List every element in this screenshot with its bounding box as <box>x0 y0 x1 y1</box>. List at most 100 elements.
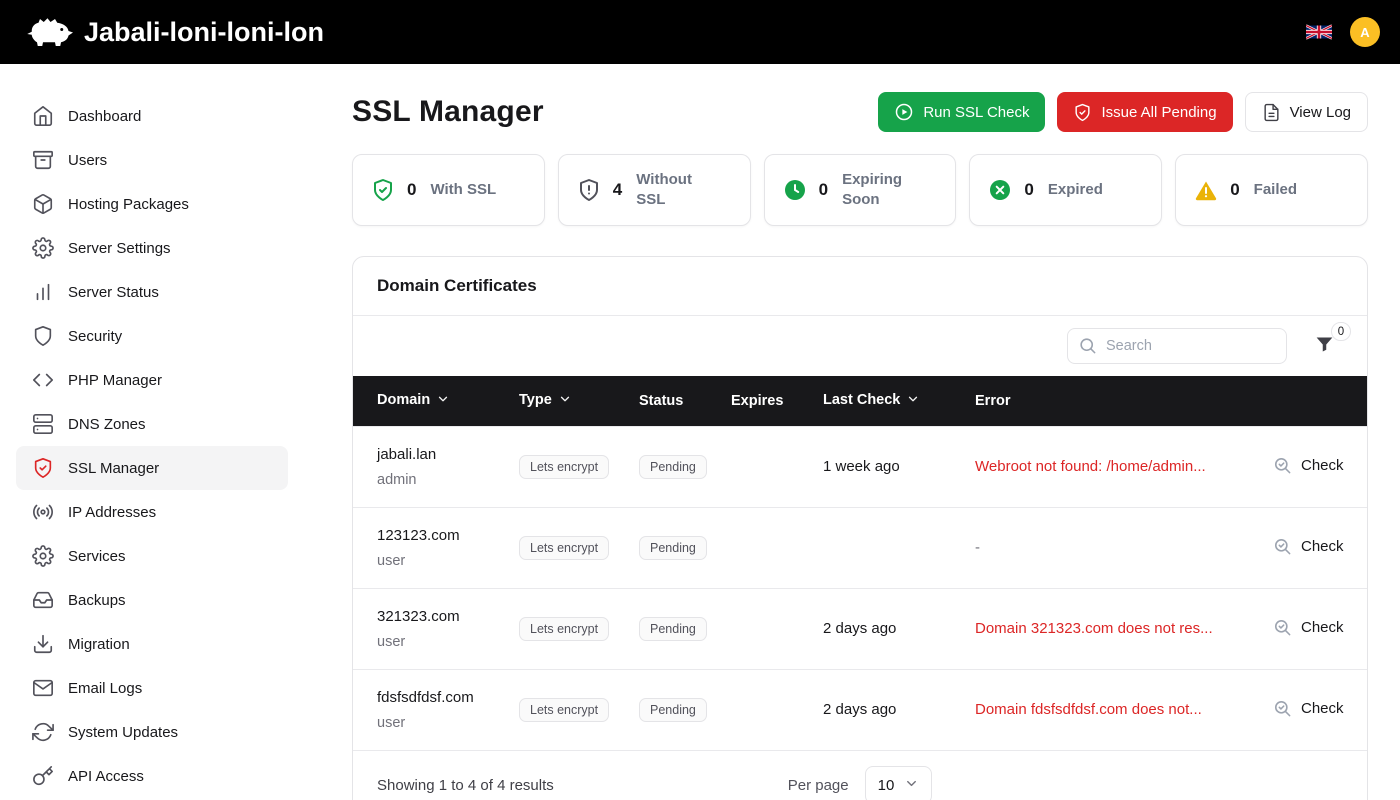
sidebar-item-ssl-manager[interactable]: SSL Manager <box>16 446 288 490</box>
column-label: Domain <box>377 392 430 408</box>
status-badge: Pending <box>639 536 707 560</box>
sidebar-item-ip-addresses[interactable]: IP Addresses <box>16 490 288 534</box>
error-cell: - <box>975 507 1267 588</box>
per-page-select[interactable]: 10 <box>865 766 933 800</box>
stat-card-expired: 0 Expired <box>969 154 1162 226</box>
avatar-letter: A <box>1360 25 1369 40</box>
sidebar-item-label: Backups <box>68 592 126 609</box>
topbar: Jabali-loni-loni-lon A <box>0 0 1400 64</box>
type-badge: Lets encrypt <box>519 698 609 722</box>
sidebar-item-label: API Access <box>68 768 144 785</box>
x-circle-icon <box>988 178 1012 202</box>
sidebar-item-migration[interactable]: Migration <box>16 622 288 666</box>
sidebar-item-label: SSL Manager <box>68 460 159 477</box>
table-row: 123123.com user Lets encrypt Pending - C… <box>353 507 1367 588</box>
page-header: SSL Manager Run SSL Check Issue All Pend… <box>352 92 1368 132</box>
column-label: Type <box>519 392 552 408</box>
shield-alert-icon <box>577 178 601 202</box>
search-check-icon <box>1273 537 1292 556</box>
table-row: fdsfsdfdsf.com user Lets encrypt Pending… <box>353 669 1367 750</box>
error-cell: Domain fdsfsdfdsf.com does not... <box>975 669 1267 750</box>
run-ssl-check-label: Run SSL Check <box>923 104 1029 121</box>
sidebar-item-label: Dashboard <box>68 108 141 125</box>
domain-name: jabali.lan <box>377 446 507 463</box>
column-header-domain[interactable]: Domain <box>353 376 519 426</box>
check-label: Check <box>1301 619 1344 636</box>
sidebar-item-label: PHP Manager <box>68 372 162 389</box>
column-header-expires[interactable]: Expires <box>731 376 823 426</box>
column-header-status[interactable]: Status <box>639 376 731 426</box>
bar-chart-icon <box>32 281 54 303</box>
sidebar-item-label: Services <box>68 548 126 565</box>
stat-label: With SSL <box>430 180 496 200</box>
column-header-last-check[interactable]: Last Check <box>823 376 975 426</box>
header-actions: Run SSL Check Issue All Pending View Log <box>878 92 1368 132</box>
mail-icon <box>32 677 54 699</box>
stat-value: 0 <box>1230 180 1239 200</box>
run-ssl-check-button[interactable]: Run SSL Check <box>878 92 1045 132</box>
stat-card-without-ssl: 4 Without SSL <box>558 154 751 226</box>
sidebar-item-server-status[interactable]: Server Status <box>16 270 288 314</box>
domain-certificates-panel: Domain Certificates 0 <box>352 256 1368 800</box>
search-input[interactable] <box>1067 328 1287 364</box>
type-badge: Lets encrypt <box>519 536 609 560</box>
sidebar-item-api-access[interactable]: API Access <box>16 754 288 798</box>
domain-name: 321323.com <box>377 608 507 625</box>
sidebar-item-services[interactable]: Services <box>16 534 288 578</box>
stat-value: 0 <box>819 180 828 200</box>
sidebar-item-users[interactable]: Users <box>16 138 288 182</box>
play-circle-icon <box>894 102 914 122</box>
table-row: 321323.com user Lets encrypt Pending 2 d… <box>353 588 1367 669</box>
check-button[interactable]: Check <box>1267 455 1350 476</box>
check-label: Check <box>1301 538 1344 555</box>
type-badge: Lets encrypt <box>519 617 609 641</box>
check-label: Check <box>1301 700 1344 717</box>
column-header-type[interactable]: Type <box>519 376 639 426</box>
search-check-icon <box>1273 618 1292 637</box>
sidebar-item-dns-zones[interactable]: DNS Zones <box>16 402 288 446</box>
view-log-button[interactable]: View Log <box>1245 92 1368 132</box>
column-label: Last Check <box>823 392 900 408</box>
issue-all-pending-button[interactable]: Issue All Pending <box>1057 92 1232 132</box>
sidebar: Dashboard Users Hosting Packages Server … <box>0 64 304 800</box>
domain-user: user <box>377 553 507 569</box>
app-title: Jabali-loni-loni-lon <box>84 17 324 48</box>
check-button[interactable]: Check <box>1267 617 1350 638</box>
page-title: SSL Manager <box>352 95 544 129</box>
alert-triangle-icon <box>1194 178 1218 202</box>
key-icon <box>32 765 54 787</box>
stat-label: Failed <box>1254 180 1297 200</box>
column-header-actions <box>1267 376 1367 426</box>
panel-toolbar: 0 <box>353 316 1367 376</box>
gear-icon <box>32 237 54 259</box>
chevron-down-icon <box>558 394 572 410</box>
sidebar-item-label: Hosting Packages <box>68 196 189 213</box>
sidebar-item-php-manager[interactable]: PHP Manager <box>16 358 288 402</box>
domain-name: 123123.com <box>377 527 507 544</box>
column-header-error: Error <box>975 376 1267 426</box>
sidebar-item-hosting-packages[interactable]: Hosting Packages <box>16 182 288 226</box>
error-cell: Domain 321323.com does not res... <box>975 588 1267 669</box>
stat-value: 0 <box>1024 180 1033 200</box>
check-button[interactable]: Check <box>1267 698 1350 719</box>
sidebar-item-server-settings[interactable]: Server Settings <box>16 226 288 270</box>
topbar-right: A <box>1306 17 1380 47</box>
user-avatar[interactable]: A <box>1350 17 1380 47</box>
stat-label: Expired <box>1048 180 1103 200</box>
sidebar-item-backups[interactable]: Backups <box>16 578 288 622</box>
sidebar-item-system-updates[interactable]: System Updates <box>16 710 288 754</box>
server-icon <box>32 413 54 435</box>
sidebar-item-security[interactable]: Security <box>16 314 288 358</box>
search-icon <box>1078 336 1097 355</box>
filter-button[interactable]: 0 <box>1309 331 1339 361</box>
stat-value: 4 <box>613 180 622 200</box>
search-check-icon <box>1273 699 1292 718</box>
status-badge: Pending <box>639 698 707 722</box>
language-flag-icon[interactable] <box>1306 23 1332 41</box>
sidebar-item-dashboard[interactable]: Dashboard <box>16 94 288 138</box>
check-button[interactable]: Check <box>1267 536 1350 557</box>
sidebar-item-email-logs[interactable]: Email Logs <box>16 666 288 710</box>
domain-user: admin <box>377 472 507 488</box>
domain-name: fdsfsdfdsf.com <box>377 689 507 706</box>
per-page-group: Per page 10 <box>788 766 933 800</box>
